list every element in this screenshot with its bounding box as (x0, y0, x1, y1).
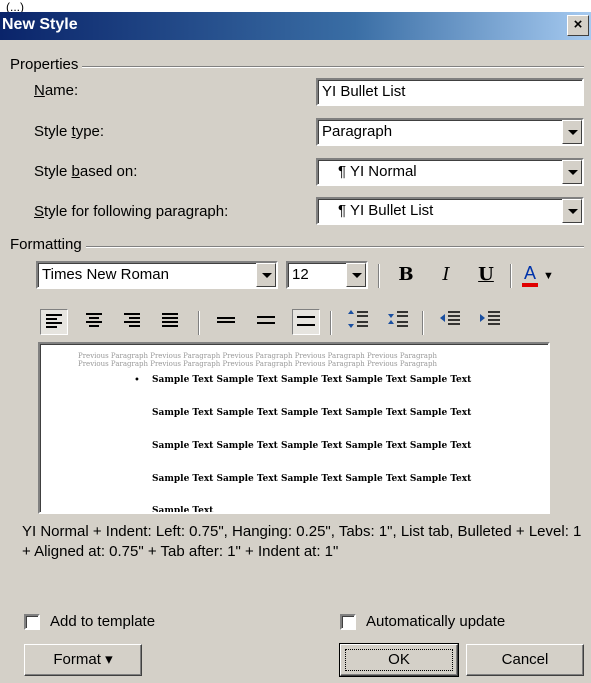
auto-update-checkbox[interactable] (340, 614, 356, 630)
double-spacing-button[interactable] (292, 309, 320, 335)
style-type-value: Paragraph (322, 123, 393, 140)
properties-group-line (12, 66, 584, 68)
sample-text-line: Sample Text Sample Text Sample Text Samp… (152, 474, 472, 484)
cancel-button[interactable]: Cancel (466, 644, 584, 676)
auto-update-label[interactable]: Automatically update (366, 613, 505, 630)
toolbar-separator (510, 264, 512, 288)
align-right-icon (124, 313, 140, 327)
decrease-spacing-icon (388, 311, 408, 327)
decrease-indent-button[interactable] (436, 309, 464, 335)
increase-indent-icon (480, 311, 500, 325)
bold-button[interactable]: B (392, 262, 420, 288)
focus-rectangle (345, 649, 453, 671)
align-left-icon (46, 314, 62, 328)
line-spacing-icon (257, 316, 275, 324)
title-bar-fill (0, 12, 591, 40)
chevron-down-icon[interactable] (562, 160, 582, 184)
chevron-down-icon[interactable] (346, 263, 366, 287)
ok-button[interactable]: OK (339, 643, 459, 677)
sample-text-line: Sample Text Sample Text Sample Text Samp… (152, 441, 472, 451)
following-value: ¶ YI Bullet List (338, 202, 434, 219)
previous-paragraph-line: Previous Paragraph Previous Paragraph Pr… (78, 360, 437, 368)
properties-group-label: Properties (10, 56, 83, 73)
formatting-group-line (12, 246, 584, 248)
sample-text-line: Sample Text (152, 506, 214, 514)
close-button[interactable]: × (567, 15, 589, 36)
chevron-down-icon[interactable] (562, 199, 582, 223)
add-to-template-checkbox[interactable] (24, 614, 40, 630)
style-type-select[interactable]: Paragraph (316, 118, 584, 146)
font-color-button[interactable]: A ▼ (522, 260, 572, 287)
previous-paragraph-line: Previous Paragraph Previous Paragraph Pr… (78, 352, 437, 360)
font-size-select[interactable]: 12 (286, 261, 368, 289)
chevron-down-icon[interactable] (562, 120, 582, 144)
based-on-select[interactable]: ¶ YI Normal (316, 158, 584, 186)
sample-text-line: Sample Text Sample Text Sample Text Samp… (152, 408, 472, 418)
double-spacing-icon (297, 316, 315, 326)
align-center-icon (86, 313, 102, 327)
chevron-down-icon[interactable] (256, 263, 276, 287)
add-to-template-label[interactable]: Add to template (50, 613, 155, 630)
based-on-value: ¶ YI Normal (338, 163, 417, 180)
justify-button[interactable] (156, 309, 184, 335)
format-button-label: Format (53, 651, 101, 668)
bullet-icon: • (134, 375, 140, 386)
following-select[interactable]: ¶ YI Bullet List (316, 197, 584, 225)
font-color-icon: A (522, 263, 539, 287)
font-size-value: 12 (292, 266, 309, 283)
format-button[interactable]: Format ▾ (24, 644, 142, 676)
toolbar-separator (330, 311, 332, 335)
toolbar-separator (198, 311, 200, 335)
align-right-button[interactable] (118, 309, 146, 335)
increase-indent-button[interactable] (476, 309, 504, 335)
style-preview: Previous Paragraph Previous Paragraph Pr… (38, 342, 550, 514)
font-value: Times New Roman (42, 266, 169, 283)
sample-text-line: Sample Text Sample Text Sample Text Samp… (152, 375, 472, 385)
style-description: YI Normal + Indent: Left: 0.75", Hanging… (22, 523, 582, 560)
close-icon: × (573, 16, 583, 33)
align-center-button[interactable] (80, 309, 108, 335)
formatting-group-label: Formatting (10, 236, 86, 253)
underline-button[interactable]: U (472, 262, 500, 288)
increase-spacing-icon (348, 310, 368, 328)
style-type-label: Style type: (34, 123, 105, 140)
toolbar-separator (378, 264, 380, 288)
align-left-button[interactable] (40, 309, 68, 335)
chevron-down-icon: ▾ (105, 651, 113, 668)
window-title: New Style (2, 16, 78, 33)
justify-icon (162, 313, 178, 327)
title-bar: (...) New Style × (0, 0, 591, 40)
name-input[interactable]: YI Bullet List (316, 78, 584, 106)
increase-spacing-button[interactable] (344, 309, 372, 335)
based-on-label: Style based on: (34, 163, 138, 180)
single-spacing-icon (217, 317, 235, 323)
single-spacing-button[interactable] (212, 309, 240, 335)
name-label: Name: (34, 82, 79, 99)
font-select[interactable]: Times New Roman (36, 261, 278, 289)
line-spacing-button[interactable] (252, 309, 280, 335)
name-label-rest: ame: (44, 82, 79, 99)
following-label: Style for following paragraph: (34, 203, 229, 220)
decrease-spacing-button[interactable] (384, 309, 412, 335)
decrease-indent-icon (440, 311, 460, 325)
toolbar-separator (422, 311, 424, 335)
cancel-button-label: Cancel (501, 651, 549, 668)
chevron-down-icon: ▼ (543, 270, 554, 282)
italic-button[interactable]: I (432, 262, 460, 288)
